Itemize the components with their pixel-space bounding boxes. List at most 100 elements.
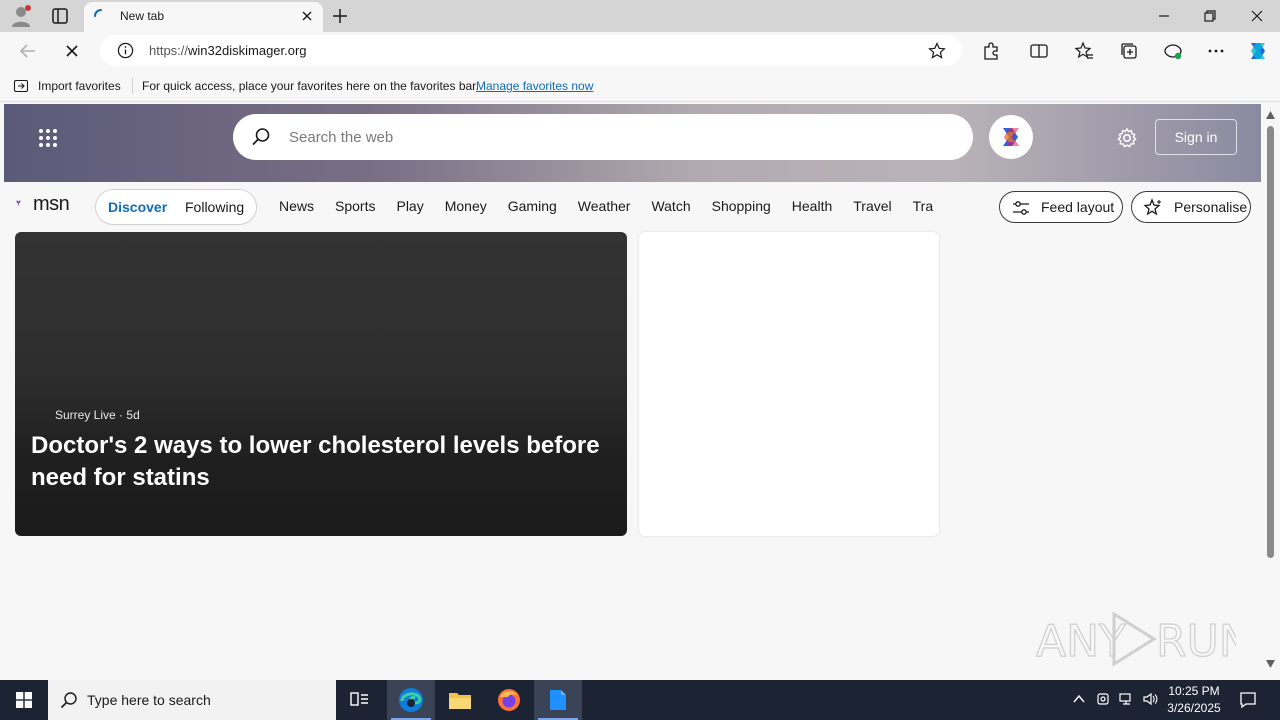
nav-link[interactable]: Tra xyxy=(913,198,933,214)
sliders-icon xyxy=(1013,201,1029,215)
meet-now-icon[interactable] xyxy=(1095,691,1111,707)
personalise-label: Personalise xyxy=(1174,199,1248,215)
taskbar-search-icon xyxy=(60,692,77,709)
search-icon xyxy=(252,128,270,146)
article-age: 5d xyxy=(126,408,140,422)
feed-segment-control: Discover Following xyxy=(95,189,257,225)
stop-loading-icon[interactable] xyxy=(62,41,82,61)
taskbar-edge-app[interactable] xyxy=(387,680,435,720)
svg-text:RUN: RUN xyxy=(1156,616,1236,667)
settings-gear-icon[interactable] xyxy=(1116,127,1138,149)
taskbar-notepad-app[interactable] xyxy=(534,680,582,720)
new-tab-icon[interactable] xyxy=(330,6,350,26)
nav-link[interactable]: Gaming xyxy=(508,198,557,214)
windows-logo-icon xyxy=(16,692,32,708)
app-launcher-icon[interactable] xyxy=(38,128,58,148)
document-app-icon xyxy=(550,690,566,710)
page-scrollbar[interactable] xyxy=(1261,104,1280,676)
taskbar-firefox[interactable] xyxy=(485,680,533,720)
featured-article-card[interactable]: Surrey Live · 5d Doctor's 2 ways to lowe… xyxy=(15,232,627,536)
import-favorites-icon xyxy=(13,79,29,93)
loading-spinner-icon xyxy=(94,9,102,17)
article-publisher: Surrey Live xyxy=(55,408,116,422)
nav-link[interactable]: Sports xyxy=(335,198,375,214)
task-view-icon xyxy=(350,692,368,706)
tab-discover[interactable]: Discover xyxy=(108,199,167,215)
web-search-box[interactable]: Search the web xyxy=(233,114,973,160)
collections-icon[interactable] xyxy=(1119,41,1139,61)
restore-icon[interactable] xyxy=(1200,6,1220,26)
folder-icon xyxy=(449,693,471,709)
clock-date: 3/26/2025 xyxy=(1167,701,1221,715)
nav-link[interactable]: Shopping xyxy=(712,198,771,214)
personalise-button[interactable]: Personalise xyxy=(1131,191,1251,223)
article-source: Surrey Live · 5d xyxy=(55,408,140,422)
title-bar: New tab xyxy=(0,0,1280,32)
msn-new-tab-page: Search the web Sign in msn Discover Foll… xyxy=(4,104,1261,676)
site-info-icon[interactable] xyxy=(117,42,134,59)
msn-logo-text[interactable]: msn xyxy=(33,193,70,216)
copilot-icon[interactable] xyxy=(1246,39,1270,63)
feed-layout-label: Feed layout xyxy=(1041,199,1115,215)
windows-taskbar: Type here to search 10:25 PM 3/26/2025 xyxy=(0,680,1280,720)
close-window-icon[interactable] xyxy=(1247,6,1267,26)
add-favorite-star-icon[interactable] xyxy=(928,42,946,60)
edge-browser-icon xyxy=(399,688,423,712)
favorites-icon[interactable] xyxy=(1074,41,1094,61)
tab-following[interactable]: Following xyxy=(185,199,244,215)
msn-butterfly-logo-icon[interactable] xyxy=(16,190,34,216)
nav-link[interactable]: Weather xyxy=(578,198,631,214)
feed-layout-button[interactable]: Feed layout xyxy=(999,191,1123,223)
nav-link[interactable]: Money xyxy=(445,198,487,214)
scrollbar-thumb[interactable] xyxy=(1267,126,1274,558)
manage-favorites-link[interactable]: Manage favorites now xyxy=(476,79,593,93)
import-favorites-button[interactable]: Import favorites xyxy=(38,79,121,93)
article-headline[interactable]: Doctor's 2 ways to lower cholesterol lev… xyxy=(31,430,611,494)
notifications-icon[interactable] xyxy=(1238,690,1258,710)
minimize-icon[interactable] xyxy=(1154,6,1174,26)
nav-link[interactable]: News xyxy=(279,198,314,214)
show-hidden-icons-chevron-icon[interactable] xyxy=(1071,691,1087,707)
scroll-up-arrow-icon[interactable] xyxy=(1266,111,1275,119)
hero-banner: Search the web Sign in xyxy=(4,104,1261,182)
copilot-button[interactable] xyxy=(989,115,1033,159)
system-clock[interactable]: 10:25 PM 3/26/2025 xyxy=(1158,683,1230,717)
category-nav: News Sports Play Money Gaming Weather Watch Sho… xyxy=(279,198,951,218)
more-options-icon[interactable] xyxy=(1206,41,1226,61)
nav-link[interactable]: Play xyxy=(396,198,423,214)
scroll-down-arrow-icon[interactable] xyxy=(1266,660,1275,668)
nav-link[interactable]: Travel xyxy=(853,198,891,214)
tab-new-tab[interactable]: New tab xyxy=(84,2,323,32)
sign-in-button[interactable]: Sign in xyxy=(1155,119,1237,155)
favorites-bar: Import favorites For quick access, place… xyxy=(0,70,1280,102)
network-icon[interactable] xyxy=(1118,691,1134,707)
start-button[interactable] xyxy=(0,680,48,720)
taskbar-search-box[interactable]: Type here to search xyxy=(48,680,336,720)
favorites-hint: For quick access, place your favorites h… xyxy=(142,79,479,93)
copilot-logo-icon xyxy=(1003,128,1019,146)
profile-icon[interactable] xyxy=(9,4,33,28)
back-icon[interactable] xyxy=(18,41,38,61)
favorites-divider xyxy=(132,78,133,94)
tab-title: New tab xyxy=(120,9,165,23)
nav-link[interactable]: Health xyxy=(792,198,832,214)
side-card-placeholder xyxy=(639,232,939,536)
tab-actions-icon[interactable] xyxy=(50,6,70,26)
address-bar[interactable]: https://win32diskimager.org xyxy=(100,35,962,66)
firefox-icon xyxy=(498,689,520,711)
close-tab-icon[interactable] xyxy=(301,10,313,22)
extensions-icon[interactable] xyxy=(981,41,1001,61)
clock-time: 10:25 PM xyxy=(1168,684,1220,698)
task-view-button[interactable] xyxy=(336,680,384,720)
anyrun-watermark-logo: ANY RUN xyxy=(1036,611,1236,668)
nav-link[interactable]: Watch xyxy=(651,198,690,214)
personalise-sparkle-icon xyxy=(1143,198,1161,216)
url-scheme: https:// xyxy=(149,43,189,58)
volume-icon[interactable] xyxy=(1142,691,1158,707)
url-text: https://win32diskimager.org xyxy=(149,43,307,58)
browser-essentials-icon[interactable] xyxy=(1163,41,1183,61)
split-screen-icon[interactable] xyxy=(1029,41,1049,61)
url-host: win32diskimager.org xyxy=(188,43,307,58)
search-placeholder: Search the web xyxy=(289,129,394,146)
taskbar-file-explorer[interactable] xyxy=(436,680,484,720)
